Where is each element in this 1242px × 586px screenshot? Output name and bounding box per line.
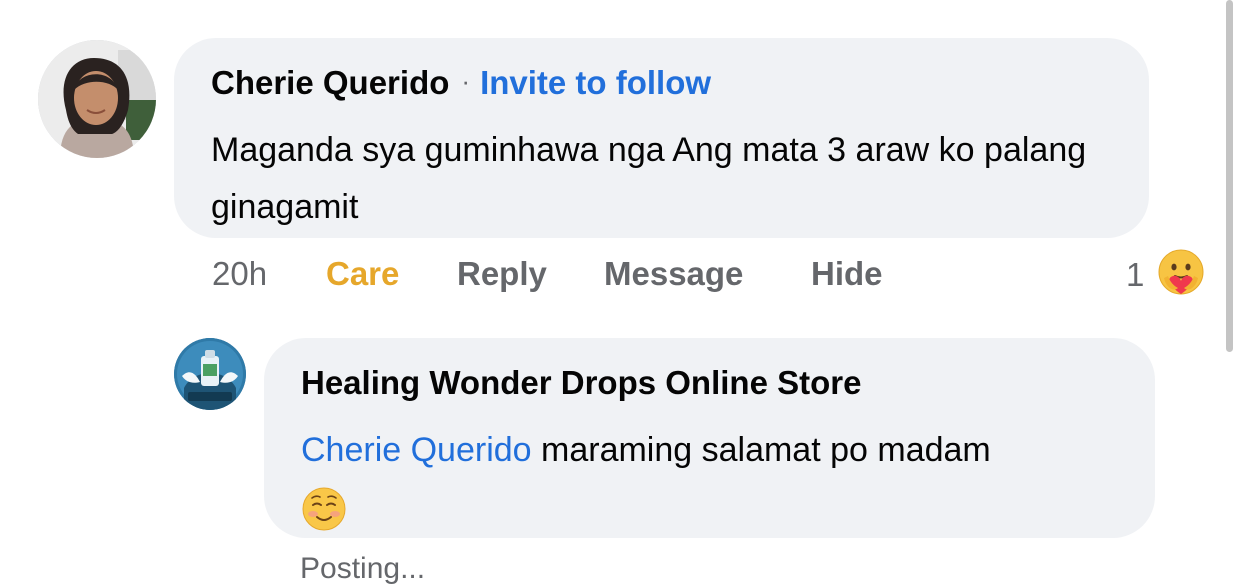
comment-bubble: Cherie Querido · Invite to follow Maganda …: [174, 38, 1149, 238]
reaction-count: 1: [1126, 256, 1145, 293]
hide-button[interactable]: Hide: [811, 255, 883, 293]
reply-message: maraming salamat po madam: [531, 431, 991, 469]
reply-button[interactable]: Reply: [457, 255, 547, 293]
invite-to-follow-link[interactable]: Invite to follow: [480, 64, 711, 101]
page-avatar[interactable]: [174, 338, 246, 410]
posting-status: Posting...: [300, 552, 426, 585]
commenter-avatar[interactable]: [38, 40, 156, 158]
mention-link[interactable]: Cherie Querido: [301, 431, 532, 469]
scrollbar[interactable]: [1226, 0, 1233, 352]
reply-author-name[interactable]: Healing Wonder Drops Online Store: [301, 364, 861, 402]
care-reaction-icon: [1156, 248, 1206, 298]
separator-dot: ·: [461, 66, 471, 96]
care-reaction-button[interactable]: Care: [326, 255, 399, 293]
smiling-face-emoji: [301, 486, 347, 532]
reply-text: Cherie Querido maraming salamat po madam: [301, 422, 1141, 536]
comment-author-line: Cherie Querido · Invite to follow: [211, 64, 711, 102]
message-button[interactable]: Message: [604, 255, 743, 293]
reply-bubble: Healing Wonder Drops Online Store Cherie…: [264, 338, 1155, 538]
comment-author-name[interactable]: Cherie Querido: [211, 64, 449, 101]
comment-timestamp[interactable]: 20h: [212, 255, 267, 293]
comment-text: Maganda sya guminhawa nga Ang mata 3 ara…: [211, 131, 1087, 226]
